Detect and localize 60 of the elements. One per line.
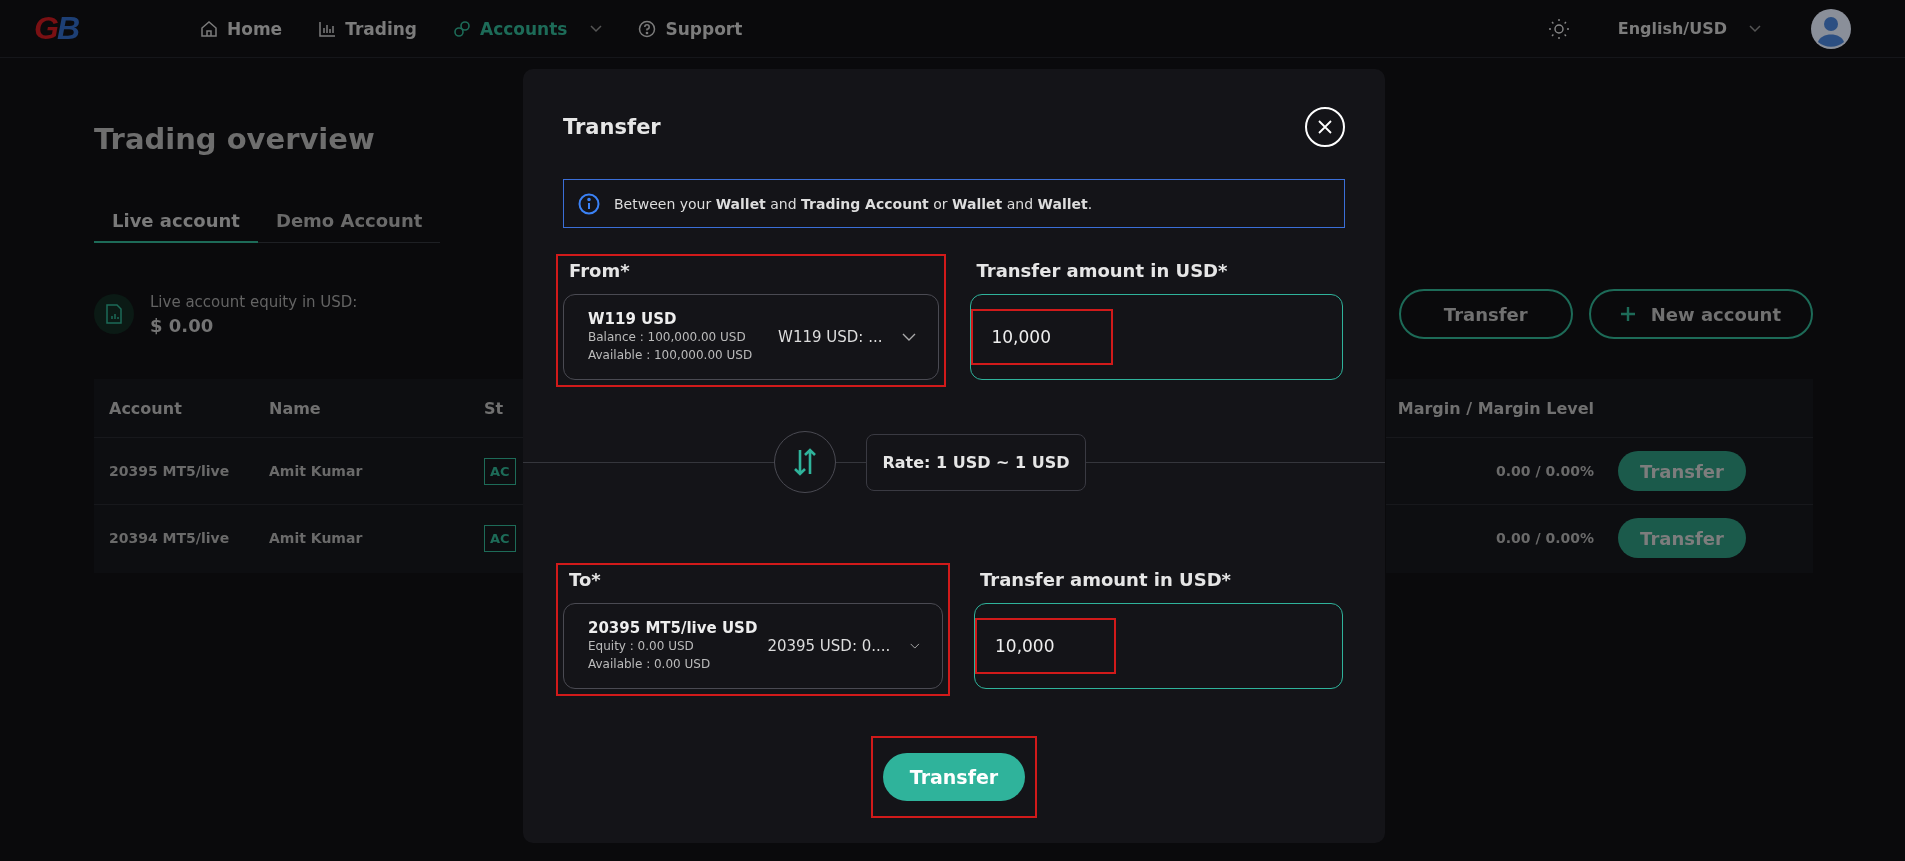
amount-value: 10,000: [971, 309, 1113, 365]
field-label: Transfer amount in USD*: [979, 569, 1232, 592]
account-detail: Available : 100,000.00 USD: [588, 347, 753, 364]
home-icon: [200, 19, 218, 38]
selected-value: 20395 USD: 0....: [767, 637, 891, 655]
amount-input[interactable]: 10,000: [970, 294, 1343, 380]
column-header: Account: [108, 398, 183, 418]
equity-value: $ 0.00: [150, 314, 215, 336]
avatar-icon[interactable]: [1811, 8, 1851, 49]
page-title: Trading overview: [94, 122, 375, 156]
nav-link[interactable]: Accounts: [453, 18, 603, 39]
field-label: From*: [568, 260, 631, 283]
account-tab[interactable]: Live account: [94, 210, 258, 243]
chevron-down-icon: [902, 333, 917, 341]
dialog-title: Transfer: [563, 115, 661, 139]
account-name: W119 USD: [588, 310, 678, 328]
linked-circles-icon: [453, 19, 471, 38]
info-text: Between your Wallet and Trading Account or Wallet and Wallet.: [614, 195, 1093, 212]
nav-link[interactable]: Home: [200, 18, 283, 39]
transfer-button[interactable]: Transfer: [1398, 289, 1573, 339]
table-cell-text: Amit Kumar: [269, 463, 364, 479]
bar-chart-icon: [318, 19, 337, 38]
sun-icon[interactable]: [1547, 17, 1570, 40]
table-cell-text: 0.00 / 0.00%: [1495, 463, 1594, 479]
table-cell-text: 20394 MT5/live: [108, 530, 231, 546]
account-select[interactable]: 20395 MT5/live USD Equity : 0.00 USD Available : 0.00 USD 20395 USD: 0....: [563, 603, 943, 689]
new-account-button[interactable]: New account: [1588, 289, 1813, 339]
account-detail: Equity : 0.00 USD: [588, 638, 695, 655]
close-icon: [1317, 119, 1333, 135]
equity-label: Live account equity in USD:: [150, 292, 358, 311]
nav-link[interactable]: Support: [638, 18, 743, 39]
exchange-rate: Rate: 1 USD ~ 1 USD: [866, 433, 1086, 491]
field-label: To*: [568, 569, 602, 592]
close-button[interactable]: [1305, 107, 1345, 147]
selected-value: W119 USD: ...: [778, 328, 883, 346]
account-detail: Available : 0.00 USD: [588, 656, 712, 673]
table-cell-text: 0.00 / 0.00%: [1495, 530, 1594, 546]
account-select[interactable]: W119 USD Balance : 100,000.00 USD Available : 100,000.00 USD W119 USD: ...: [563, 294, 940, 380]
column-header: Name: [269, 398, 322, 418]
table-cell-text: Amit Kumar: [269, 530, 364, 546]
table-cell-text: 20395 MT5/live: [108, 463, 231, 479]
status-badge: AC: [484, 524, 516, 552]
column-header: Margin / Margin Level: [1396, 398, 1594, 418]
account-name: 20395 MT5/live USD: [588, 619, 758, 637]
nav-link[interactable]: Trading: [318, 18, 417, 39]
report-icon: [94, 294, 134, 334]
chevron-down-icon: [1749, 24, 1761, 33]
info-icon: [578, 192, 600, 215]
account-tab[interactable]: Demo Account: [257, 210, 441, 243]
transfer-submit-button[interactable]: Transfer: [883, 753, 1025, 801]
chevron-down-icon: [910, 642, 920, 650]
help-icon: [638, 19, 657, 38]
plus-icon: [1620, 307, 1635, 321]
status-badge: AC: [484, 457, 516, 485]
column-header: St: [484, 398, 504, 418]
account-detail: Balance : 100,000.00 USD: [588, 329, 747, 346]
amount-input[interactable]: 10,000: [974, 603, 1343, 689]
field-label: Transfer amount in USD*: [975, 260, 1229, 283]
amount-value: 10,000: [975, 618, 1117, 674]
language-selector[interactable]: English/USD: [1617, 19, 1727, 38]
